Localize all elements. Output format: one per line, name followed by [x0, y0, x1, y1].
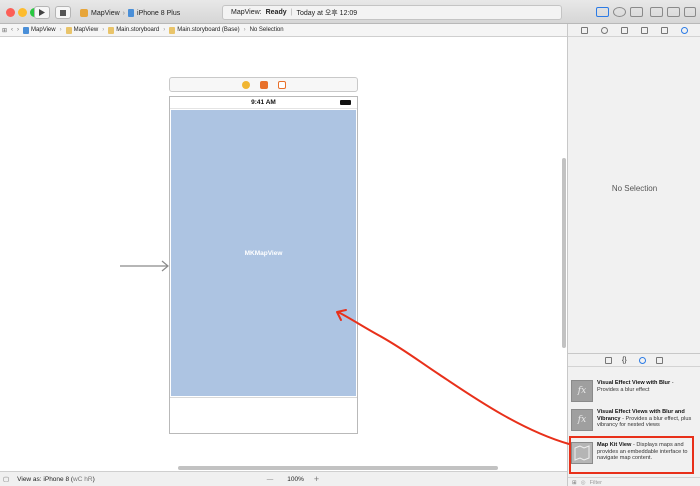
run-button[interactable] [34, 6, 50, 19]
debug-area-toggle-icon[interactable] [667, 7, 680, 17]
status-state: Ready [265, 9, 287, 16]
mk-map-view[interactable]: MKMapView [171, 110, 356, 396]
scene-dock [169, 77, 358, 92]
breadcrumb-label: Main.storyboard [116, 27, 160, 33]
forward-arrow-icon[interactable]: › [17, 27, 19, 33]
library-item-text: Visual Effect View with Blur - Provides … [597, 380, 674, 393]
zoom-out-button[interactable]: — [267, 476, 274, 483]
grid-view-icon[interactable]: ⊞ [572, 480, 577, 486]
library-filter-bar: ⊞ ◎ Filter [568, 477, 700, 486]
iphone-scene[interactable]: 9:41 AM MKMapView [169, 96, 358, 434]
connections-inspector-icon[interactable] [680, 26, 688, 34]
horizontal-scrollbar[interactable] [178, 466, 498, 470]
breadcrumb-separator: › [59, 27, 62, 33]
scheme-selector[interactable]: MapView › iPhone 8 Plus [80, 7, 180, 19]
status-prefix: MapView: [231, 9, 262, 16]
layout-divider [170, 397, 357, 398]
activity-status: MapView: Ready | Today at 오후 12:09 [222, 5, 562, 20]
breadcrumb-storyboard-base[interactable]: Main.storyboard (Base) [169, 26, 240, 34]
map-view-label: MKMapView [244, 249, 283, 257]
close-window-button[interactable] [6, 8, 15, 17]
visual-effect-vibrancy-icon: fx [571, 409, 593, 431]
chevron-right-icon: › [122, 9, 126, 17]
breadcrumb-separator: › [163, 27, 166, 33]
minimize-window-button[interactable] [18, 8, 27, 17]
identity-inspector-icon[interactable] [620, 26, 628, 34]
library-filter-input[interactable]: Filter [590, 480, 602, 486]
library-item[interactable]: fx Visual Effect Views with Blur and Vib… [571, 409, 695, 431]
document-outline-toggle-icon[interactable]: ▢ [3, 475, 9, 483]
inspector-tabs [568, 24, 700, 37]
navigator-toggle-icon[interactable] [650, 7, 663, 17]
breadcrumb-label: Main.storyboard (Base) [177, 27, 240, 33]
breadcrumb-storyboard[interactable]: Main.storyboard [108, 26, 160, 34]
storyboard-icon [108, 26, 115, 34]
battery-icon [340, 100, 351, 105]
media-library-icon[interactable] [656, 356, 663, 364]
status-time: Today at 오후 12:09 [296, 9, 358, 17]
folder-icon [65, 26, 72, 34]
play-icon [39, 9, 45, 16]
utilities-toggle-icon[interactable] [684, 7, 696, 17]
breadcrumb-label: MapView [73, 27, 99, 33]
toolbar: MapView › iPhone 8 Plus MapView: Ready |… [0, 0, 700, 24]
file-inspector-icon[interactable] [580, 26, 588, 34]
back-arrow-icon[interactable]: ‹ [11, 27, 13, 33]
attributes-inspector-icon[interactable] [640, 26, 648, 34]
code-snippet-icon[interactable]: {} [622, 357, 629, 364]
library-item[interactable]: fx Visual Effect View with Blur - Provid… [571, 380, 695, 402]
version-editor-icon[interactable] [630, 7, 643, 17]
no-selection-text: No Selection [611, 184, 658, 193]
breadcrumb-selection[interactable]: No Selection [250, 27, 284, 33]
status-separator: | [290, 9, 293, 16]
breadcrumb-project[interactable]: MapView [23, 26, 56, 34]
device-icon [128, 9, 135, 17]
related-items-icon[interactable]: ⊞ [2, 27, 7, 34]
library-item-text: Visual Effect Views with Blur and Vibran… [597, 409, 692, 428]
size-inspector-icon[interactable] [660, 26, 668, 34]
breadcrumb-separator: › [102, 27, 105, 33]
device-time: 9:41 AM [251, 99, 276, 106]
visual-effect-icon: fx [571, 380, 593, 402]
stop-icon [60, 9, 66, 16]
stop-button[interactable] [55, 6, 71, 19]
scheme-device-label: iPhone 8 Plus [137, 9, 181, 17]
project-icon [23, 26, 30, 34]
zoom-in-button[interactable]: + [314, 474, 319, 484]
view-as-button[interactable]: View as: iPhone 8 (wC hR) [17, 476, 95, 483]
breadcrumb-label: MapView [31, 27, 56, 33]
object-library-icon[interactable] [639, 356, 646, 364]
storyboard-canvas[interactable]: 9:41 AM MKMapView [0, 37, 567, 471]
filter-icon: ◎ [580, 479, 586, 486]
app-target-icon [80, 9, 88, 17]
breadcrumb-folder[interactable]: MapView [65, 26, 99, 34]
device-status-bar: 9:41 AM [170, 97, 357, 109]
quick-help-icon[interactable] [600, 26, 608, 34]
zoom-level: 100% [287, 475, 304, 483]
annotation-highlight-box [569, 436, 694, 474]
exit-icon[interactable] [277, 80, 286, 89]
first-responder-icon[interactable] [259, 80, 268, 89]
breadcrumb-separator: › [243, 27, 246, 33]
storyboard-icon [169, 26, 176, 34]
file-template-icon[interactable] [605, 356, 612, 364]
library-tabs: {} [568, 354, 700, 367]
breadcrumb-label: No Selection [249, 27, 284, 33]
inspector-panel: No Selection [567, 24, 700, 353]
vertical-scrollbar[interactable] [562, 158, 566, 348]
assistant-editor-icon[interactable] [613, 7, 626, 17]
standard-editor-icon[interactable] [596, 7, 609, 17]
scheme-target-label: MapView [91, 9, 120, 17]
canvas-bottom-bar: ▢ View as: iPhone 8 (wC hR) — 100% + [0, 471, 567, 486]
view-controller-icon[interactable] [241, 80, 250, 89]
jump-bar: ⊞ ‹ › MapView › MapView › Main.storyboar… [0, 24, 567, 37]
